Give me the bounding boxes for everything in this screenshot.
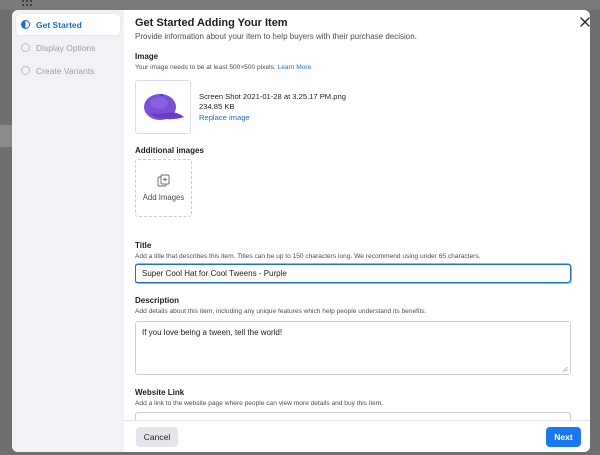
- add-images-icon: [157, 174, 169, 187]
- website-link-input[interactable]: [135, 412, 571, 420]
- step-progress-icon: [21, 20, 30, 29]
- add-images-button[interactable]: Add Images: [135, 159, 192, 217]
- form-body: Image Your image needs to be at least 50…: [135, 52, 575, 420]
- step-label: Display Options: [36, 42, 96, 53]
- modal-footer: Cancel Next: [124, 420, 590, 452]
- step-circle-icon: [21, 66, 30, 75]
- title-label: Title: [135, 241, 152, 250]
- step-label: Create Variants: [36, 65, 95, 76]
- image-hint: Your image needs to be at least 500×500 …: [135, 64, 575, 71]
- cancel-button[interactable]: Cancel: [136, 427, 178, 447]
- modal-title: Get Started Adding Your Item: [135, 17, 288, 29]
- description-textarea[interactable]: If you love being a tween, tell the worl…: [135, 321, 571, 375]
- step-circle-icon: [21, 43, 30, 52]
- resize-handle-icon[interactable]: [562, 366, 568, 372]
- replace-image-link[interactable]: Replace image: [199, 113, 346, 123]
- description-value: If you love being a tween, tell the worl…: [142, 328, 283, 337]
- file-size: 234.85 KB: [199, 102, 235, 112]
- description-hint: Add details about this item, including a…: [135, 308, 427, 315]
- additional-images-label: Additional images: [135, 146, 204, 155]
- learn-more-link[interactable]: Learn More: [278, 64, 312, 71]
- website-link-hint: Add a link to the website page where peo…: [135, 400, 384, 407]
- next-button[interactable]: Next: [546, 427, 581, 447]
- add-images-label: Add Images: [142, 193, 185, 202]
- modal-subtitle: Provide information about your item to h…: [135, 32, 417, 41]
- add-item-modal: Get Started Display Options Create Varia…: [12, 10, 590, 452]
- purple-hat-image: [144, 94, 184, 120]
- step-display-options[interactable]: Display Options: [16, 37, 120, 58]
- title-input-value: Super Cool Hat for Cool Tweens - Purple: [142, 269, 287, 278]
- step-label: Get Started: [36, 19, 82, 30]
- image-row: Screen Shot 2021-01-28 at 3.25.17 PM.png…: [135, 80, 575, 134]
- steps-sidebar: Get Started Display Options Create Varia…: [12, 10, 124, 452]
- file-info: Screen Shot 2021-01-28 at 3.25.17 PM.png…: [199, 92, 346, 134]
- step-get-started[interactable]: Get Started: [16, 14, 120, 35]
- modal-content: Get Started Adding Your Item Provide inf…: [124, 10, 590, 452]
- backdrop-band: [0, 125, 12, 147]
- file-name: Screen Shot 2021-01-28 at 3.25.17 PM.png: [199, 92, 346, 101]
- image-hint-text: Your image needs to be at least 500×500 …: [135, 64, 276, 71]
- image-label: Image: [135, 52, 159, 61]
- close-icon[interactable]: [579, 17, 590, 29]
- step-create-variants[interactable]: Create Variants: [16, 60, 120, 81]
- title-input[interactable]: Super Cool Hat for Cool Tweens - Purple: [135, 264, 571, 283]
- apps-grid-icon: [22, 0, 32, 10]
- website-link-label: Website Link: [135, 388, 185, 397]
- title-hint: Add a title that describes this item. Ti…: [135, 253, 481, 260]
- backdrop: [0, 0, 600, 10]
- description-label: Description: [135, 296, 180, 305]
- product-thumbnail[interactable]: [135, 80, 191, 134]
- modal-header: Get Started Adding Your Item Provide inf…: [135, 17, 575, 41]
